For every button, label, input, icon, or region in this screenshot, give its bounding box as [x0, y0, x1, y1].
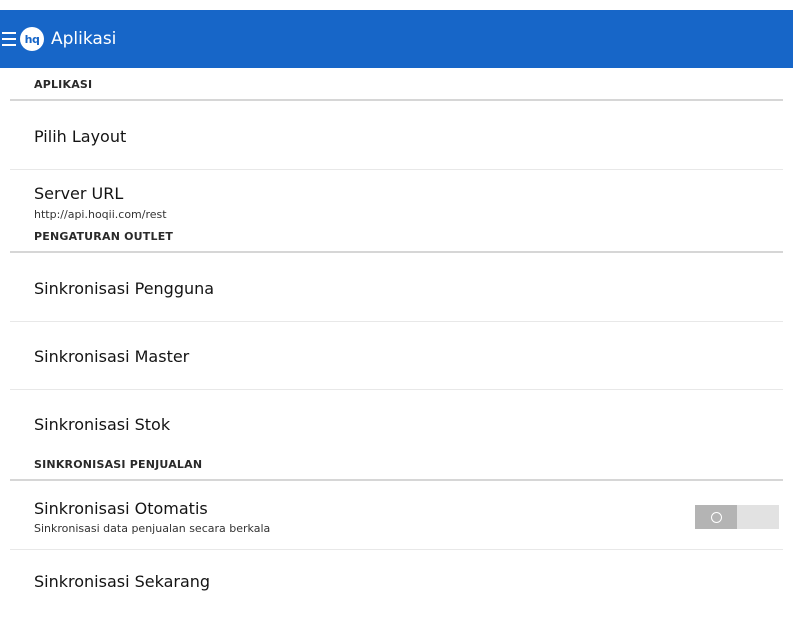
section-label: APLIKASI — [34, 78, 93, 91]
action-bar: hq Aplikasi — [0, 10, 793, 68]
pref-title: Sinkronisasi Sekarang — [34, 572, 211, 591]
section-label: SINKRONISASI PENJUALAN — [34, 458, 203, 471]
pref-sync-master[interactable]: Sinkronisasi Master — [10, 322, 783, 390]
section-header-outlet: PENGATURAN OUTLET — [10, 224, 783, 253]
pref-sync-sekarang[interactable]: Sinkronisasi Sekarang — [10, 550, 783, 610]
pref-title: Sinkronisasi Stok — [34, 415, 171, 434]
pref-title: Pilih Layout — [34, 127, 127, 146]
logo-text: hq — [24, 32, 40, 46]
pref-sync-pengguna[interactable]: Sinkronisasi Pengguna — [10, 253, 783, 322]
pref-title: Sinkronisasi Pengguna — [34, 279, 215, 298]
pref-pilih-layout[interactable]: Pilih Layout — [10, 101, 783, 170]
hq-logo-icon[interactable]: hq — [20, 27, 44, 51]
pref-title: Server URL — [34, 184, 124, 203]
toggle-off-icon — [695, 505, 737, 529]
hamburger-menu-icon[interactable] — [2, 31, 16, 47]
pref-sync-stok[interactable]: Sinkronisasi Stok — [10, 390, 783, 450]
sync-otomatis-toggle[interactable] — [695, 505, 779, 529]
page-title: Aplikasi — [51, 29, 117, 49]
settings-list: APLIKASI Pilih Layout Server URL http://… — [0, 68, 793, 610]
section-label: PENGATURAN OUTLET — [34, 230, 174, 243]
section-header-aplikasi: APLIKASI — [10, 68, 783, 101]
pref-summary: Sinkronisasi data penjualan secara berka… — [34, 522, 271, 535]
pref-summary: http://api.hoqii.com/rest — [34, 208, 167, 221]
section-header-penjualan: SINKRONISASI PENJUALAN — [10, 450, 783, 481]
pref-title: Sinkronisasi Otomatis — [34, 499, 208, 518]
pref-title: Sinkronisasi Master — [34, 347, 190, 366]
pref-server-url[interactable]: Server URL http://api.hoqii.com/rest — [10, 170, 783, 224]
pref-sync-otomatis[interactable]: Sinkronisasi Otomatis Sinkronisasi data … — [10, 481, 783, 550]
